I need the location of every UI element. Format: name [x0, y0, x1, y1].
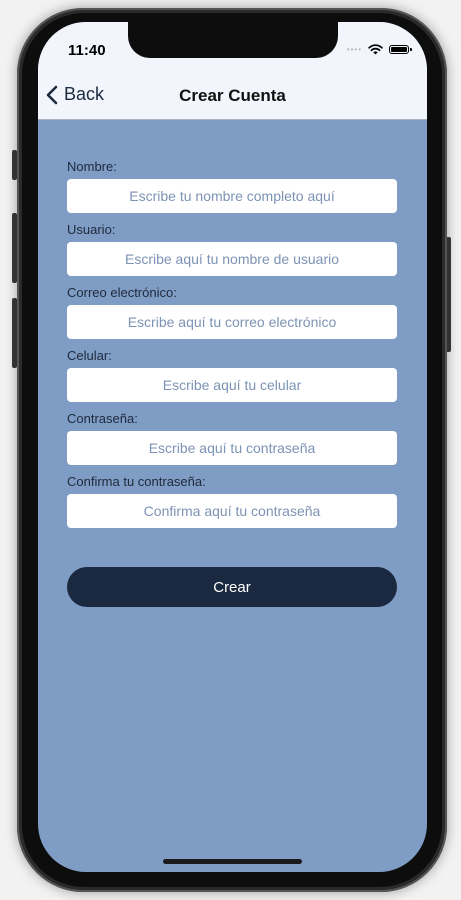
status-icons: •••• [346, 44, 412, 55]
phone-label: Celular: [67, 348, 112, 363]
navigation-bar: Back Crear Cuenta [38, 74, 427, 120]
name-label: Nombre: [67, 159, 117, 174]
status-time: 11:40 [68, 42, 106, 59]
wifi-icon [368, 44, 383, 55]
notch [128, 22, 338, 58]
username-input[interactable] [67, 242, 397, 276]
username-label: Usuario: [67, 222, 116, 237]
page-title: Crear Cuenta [179, 86, 286, 105]
device-stage: 11:40 •••• Back Crear Cuenta Nombre: Esc… [0, 0, 461, 900]
email-input[interactable] [67, 305, 397, 339]
confirm-password-label: Confirma tu contraseña: [67, 474, 206, 489]
signal-icon: •••• [346, 45, 362, 54]
name-input[interactable] [67, 179, 397, 213]
home-indicator [163, 859, 302, 864]
password-label: Contraseña: [67, 411, 138, 426]
status-bar: 11:40 •••• [38, 22, 427, 74]
battery-icon [389, 45, 412, 54]
screen: 11:40 •••• Back Crear Cuenta Nombre: Esc… [38, 22, 427, 872]
phone-input[interactable] [67, 368, 397, 402]
password-input[interactable] [67, 431, 397, 465]
email-label: Correo electrónico: [67, 285, 177, 300]
create-button[interactable]: Crear [67, 567, 397, 607]
signup-form: Nombre: Usuario: Correo electrónico: Cel… [67, 158, 397, 536]
confirm-password-input[interactable] [67, 494, 397, 528]
